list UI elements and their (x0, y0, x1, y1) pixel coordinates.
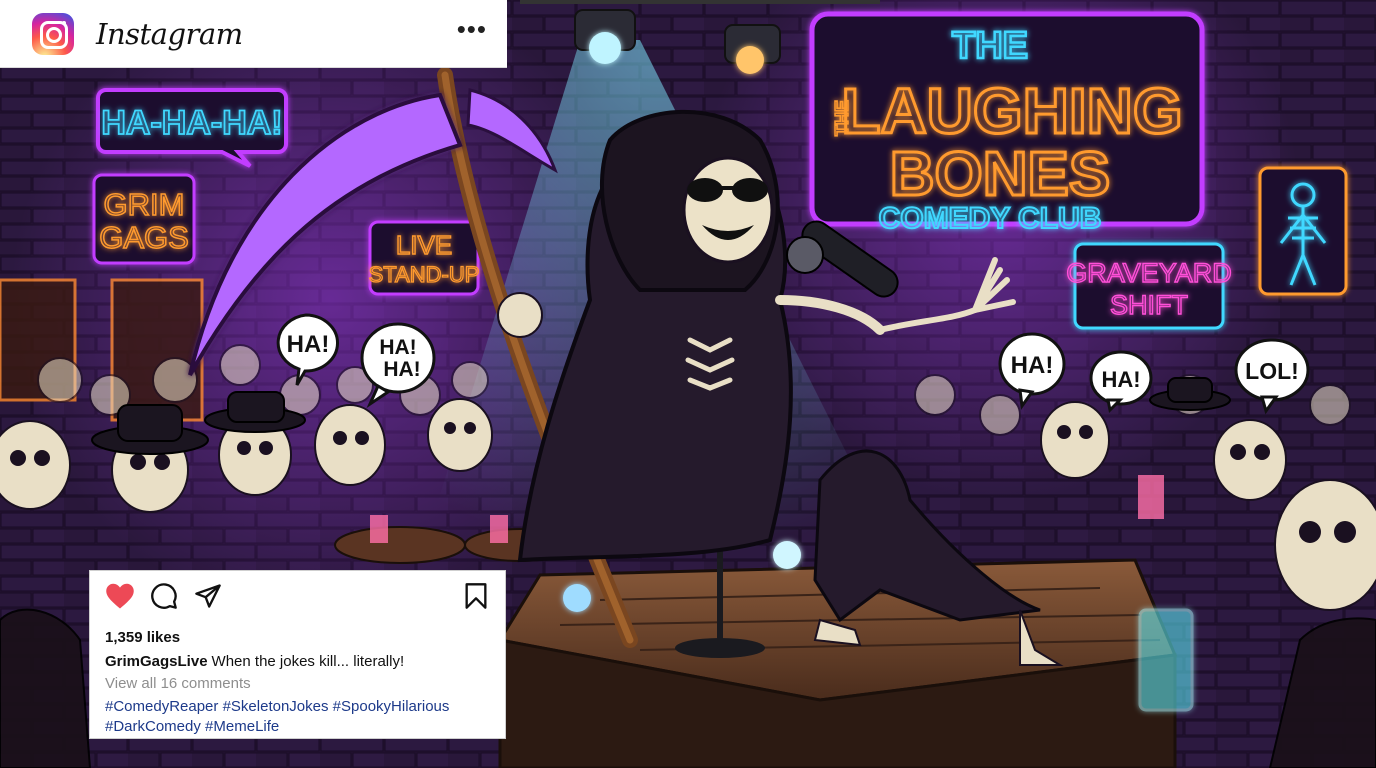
club-sign-comedy-club: COMEDY CLUB (879, 202, 1102, 235)
hashtags-line-2: #DarkComedy #MemeLife (105, 717, 491, 737)
ha-ha-ha-text: HA-HA-HA! (101, 104, 282, 142)
graveyard-shift-sign: GRAVEYARD SHIFT (1066, 242, 1232, 330)
comment-icon (151, 583, 177, 609)
instagram-header: Instagram ••• (0, 0, 507, 68)
hashtags: #ComedyReaper #SkeletonJokes #SpookyHila… (105, 697, 491, 737)
gags-text: GAGS (99, 220, 189, 255)
caption-username[interactable]: GrimGagsLive (105, 653, 208, 670)
bookmark-icon (465, 583, 487, 609)
hashtag[interactable]: #DarkComedy (105, 718, 201, 735)
post-actions (105, 581, 491, 611)
bubble-text: HA! (287, 331, 330, 358)
likes-count[interactable]: 1,359 likes (105, 629, 491, 646)
view-comments-link[interactable]: View all 16 comments (105, 675, 491, 692)
instagram-wordmark: Instagram (96, 16, 243, 51)
share-button[interactable] (193, 581, 223, 611)
send-icon (195, 584, 221, 608)
stage-floor-light-icon (773, 541, 801, 569)
post-caption: GrimGagsLive When the jokes kill... liter… (105, 653, 491, 670)
graveyard-text: GRAVEYARD (1066, 258, 1232, 288)
club-sign: THE THE LAUGHING BONES COMEDY CLUB (809, 11, 1205, 236)
caption-text: When the jokes kill... literally! (211, 653, 405, 670)
live-text: LIVE (396, 230, 452, 260)
comment-button[interactable] (149, 581, 179, 611)
club-sign-laughing: LAUGHING (841, 75, 1182, 147)
save-button[interactable] (461, 581, 491, 611)
like-button[interactable] (105, 581, 135, 611)
grim-gags-sign: GRIM GAGS (92, 173, 196, 265)
glowing-drink (1138, 608, 1194, 712)
more-options-icon[interactable]: ••• (457, 16, 487, 52)
shift-text: SHIFT (1110, 290, 1188, 320)
hashtag[interactable]: #ComedyReaper (105, 698, 218, 715)
hashtags-line-1: #ComedyReaper #SkeletonJokes #SpookyHila… (105, 697, 491, 717)
stand-up-text: STAND-UP (369, 262, 480, 287)
skeleton-sign-icon (1258, 166, 1348, 296)
hashtag[interactable]: #MemeLife (205, 718, 279, 735)
club-sign-the: THE (952, 25, 1028, 67)
live-stand-up-sign: LIVE STAND-UP (368, 220, 480, 296)
bubble-text: HA! (1011, 352, 1054, 379)
bubble-text: HA! (383, 358, 420, 381)
bubble-text: HA! (379, 336, 416, 359)
stage-floor-light-icon (563, 584, 591, 612)
grim-text: GRIM (104, 187, 185, 222)
heart-icon (106, 583, 134, 609)
hashtag[interactable]: #SkeletonJokes (223, 698, 329, 715)
club-sign-bones: BONES (890, 140, 1110, 209)
hashtag[interactable]: #SpookyHilarious (333, 698, 450, 715)
bubble-text: LOL! (1245, 358, 1299, 384)
bubble-text: HA! (1101, 367, 1140, 392)
instagram-logo-icon[interactable] (32, 12, 74, 55)
post-footer: 1,359 likes GrimGagsLive When the jokes k… (89, 570, 506, 739)
